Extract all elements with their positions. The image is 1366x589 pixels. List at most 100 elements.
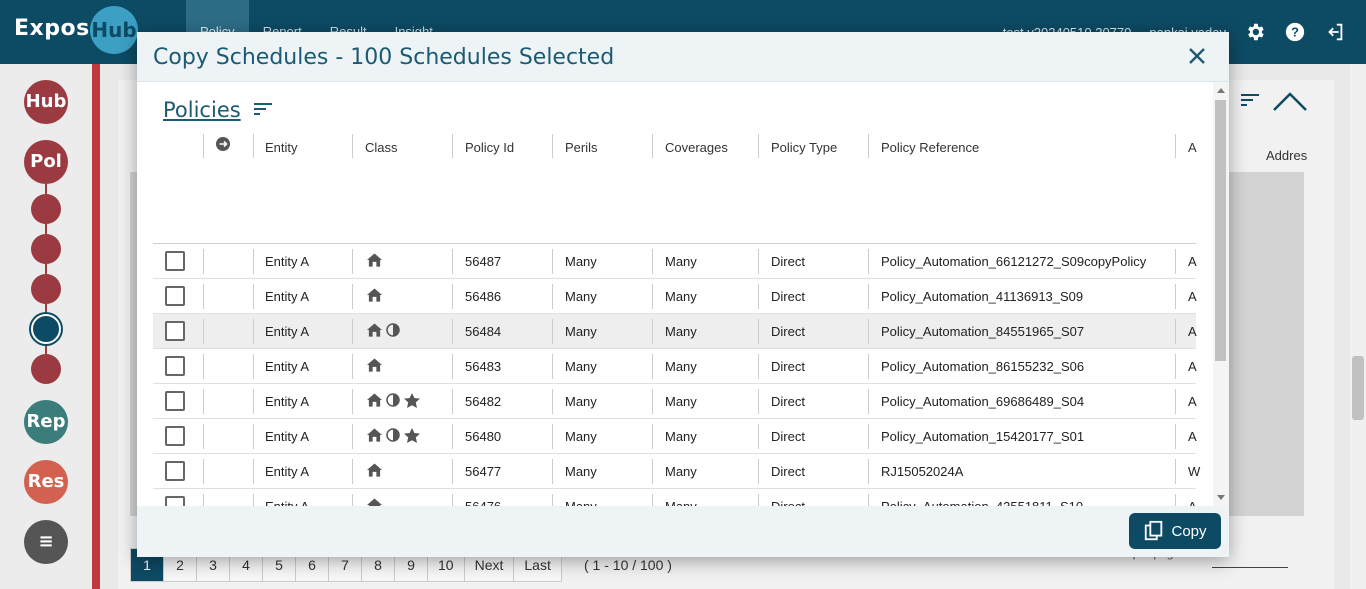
- table-body: Entity A 56487 Many Many Direct Policy_Automa…: [153, 244, 1200, 506]
- pol-button[interactable]: Pol: [24, 140, 68, 184]
- dialog-scrollbar[interactable]: [1213, 82, 1229, 506]
- col-entity[interactable]: Entity: [265, 140, 298, 155]
- cell-perils: Many: [565, 254, 597, 269]
- cell-coverages: Many: [665, 289, 697, 304]
- close-icon[interactable]: [1185, 44, 1209, 68]
- hub-button[interactable]: Hub: [24, 80, 68, 124]
- row-checkbox[interactable]: [165, 286, 185, 306]
- bank-icon[interactable]: [31, 234, 61, 264]
- logout-icon[interactable]: [1324, 21, 1346, 43]
- table-row[interactable]: Entity A 56483 Many Many Direct Policy_Automa…: [153, 349, 1197, 384]
- home-icon[interactable]: [31, 314, 61, 344]
- sort-icon[interactable]: [1240, 92, 1260, 111]
- cell-coverages: Many: [665, 394, 697, 409]
- row-checkbox[interactable]: [165, 496, 185, 506]
- home-icon: [367, 393, 382, 411]
- cell-policy-type: Direct: [771, 429, 805, 444]
- cell-policy-reference: Policy_Automation_66121272_S09copyPolicy: [881, 254, 1147, 269]
- sort-icon[interactable]: [253, 102, 273, 119]
- svg-text:?: ?: [1291, 25, 1299, 40]
- cell-class: [367, 498, 382, 506]
- col-policy-type[interactable]: Policy Type: [771, 140, 837, 155]
- cell-policy-id: 56482: [465, 394, 502, 409]
- row-checkbox[interactable]: [165, 461, 185, 481]
- cell-policy-id: 56486: [465, 289, 502, 304]
- res-button[interactable]: Res: [24, 460, 68, 504]
- table-row[interactable]: Entity A 56484 Many Many Direct Policy_Automa…: [153, 314, 1197, 349]
- row-checkbox[interactable]: [165, 321, 185, 341]
- policies-table: Entity Class Policy Id Perils Coverages …: [153, 132, 1200, 506]
- layers-icon[interactable]: [31, 194, 61, 224]
- cell-class: [367, 463, 382, 480]
- col-policy-id[interactable]: Policy Id: [465, 140, 514, 155]
- table-row[interactable]: Entity A 56482 Many Many Direct Policy_Automa…: [153, 384, 1197, 419]
- star-icon: [404, 393, 420, 411]
- cell-perils: Many: [565, 359, 597, 374]
- copy-schedules-dialog: Copy Schedules - 100 Schedules Selected …: [137, 32, 1229, 557]
- cell-coverages: Many: [665, 324, 697, 339]
- cell-policy-reference: Policy_Automation_86155232_S06: [881, 359, 1085, 374]
- row-checkbox[interactable]: [165, 426, 185, 446]
- cell-policy-reference: Policy_Automation_15420177_S01: [881, 429, 1085, 444]
- col-perils[interactable]: Perils: [565, 140, 598, 155]
- cell-address: W: [1188, 464, 1201, 479]
- menu-icon[interactable]: ≡: [24, 520, 68, 564]
- cell-policy-type: Direct: [771, 394, 805, 409]
- dialog-title: Copy Schedules - 100 Schedules Selected: [153, 45, 615, 70]
- cell-class: [367, 358, 382, 375]
- cell-coverages: Many: [665, 499, 697, 506]
- page-scrollbar[interactable]: [1350, 64, 1366, 589]
- table-row[interactable]: Entity A 56487 Many Many Direct Policy_Automa…: [153, 244, 1197, 279]
- rep-button[interactable]: Rep: [24, 400, 68, 444]
- policies-title[interactable]: Policies: [163, 98, 241, 122]
- cell-policy-type: Direct: [771, 289, 805, 304]
- check-icon[interactable]: [31, 274, 61, 304]
- table-row[interactable]: Entity A 56476 Many Many Direct Policy_Automa…: [153, 489, 1197, 506]
- cell-address: A: [1188, 254, 1197, 269]
- gear-icon[interactable]: [1244, 21, 1266, 43]
- home-icon: [367, 323, 382, 340]
- cell-perils: Many: [565, 499, 597, 506]
- cell-perils: Many: [565, 324, 597, 339]
- row-checkbox[interactable]: [165, 356, 185, 376]
- row-checkbox[interactable]: [165, 251, 185, 271]
- col-address[interactable]: A: [1188, 140, 1197, 155]
- col-class[interactable]: Class: [365, 140, 398, 155]
- row-checkbox[interactable]: [165, 391, 185, 411]
- dialog-header: Copy Schedules - 100 Schedules Selected: [137, 32, 1229, 82]
- table-row[interactable]: Entity A 56480 Many Many Direct Policy_Automa…: [153, 419, 1197, 454]
- home-icon: [367, 358, 382, 375]
- collapse-icon[interactable]: [1272, 90, 1308, 117]
- copy-icon: [1145, 520, 1163, 541]
- cell-address: A: [1188, 359, 1197, 374]
- help-icon[interactable]: ?: [1284, 21, 1306, 43]
- cell-policy-id: 56476: [465, 499, 501, 506]
- cell-coverages: Many: [665, 359, 697, 374]
- contrast-icon: [386, 393, 400, 411]
- cell-entity: Entity A: [265, 464, 310, 479]
- cell-coverages: Many: [665, 429, 697, 444]
- cell-policy-id: 56484: [465, 324, 502, 339]
- table-row[interactable]: Entity A 56477 Many Many Direct RJ15052024A W: [153, 454, 1200, 489]
- cell-policy-reference: Policy_Automation_41136913_S09: [881, 289, 1084, 304]
- cell-policy-type: Direct: [771, 254, 805, 269]
- cell-entity: Entity A: [265, 499, 309, 506]
- copy-button-label: Copy: [1171, 522, 1207, 540]
- accent-bar: [92, 64, 100, 589]
- contrast-icon: [386, 428, 400, 446]
- col-policy-reference[interactable]: Policy Reference: [881, 140, 979, 155]
- cell-policy-reference: Policy_Automation_43551811_S10: [881, 499, 1083, 506]
- cell-coverages: Many: [665, 464, 697, 479]
- address-header: Addres: [1266, 148, 1308, 163]
- cell-policy-id: 56477: [465, 464, 502, 479]
- cell-class: [367, 393, 420, 411]
- location-icon[interactable]: [31, 354, 61, 384]
- left-rail: Hub Pol Rep Res ≡: [0, 64, 92, 589]
- col-coverages[interactable]: Coverages: [665, 140, 728, 155]
- home-icon: [367, 463, 382, 480]
- table-row[interactable]: Entity A 56486 Many Many Direct Policy_Automa…: [153, 279, 1197, 314]
- cell-policy-reference: Policy_Automation_69686489_S04: [881, 394, 1085, 409]
- copy-button[interactable]: Copy: [1129, 513, 1221, 549]
- cell-perils: Many: [565, 429, 597, 444]
- star-icon: [404, 428, 420, 446]
